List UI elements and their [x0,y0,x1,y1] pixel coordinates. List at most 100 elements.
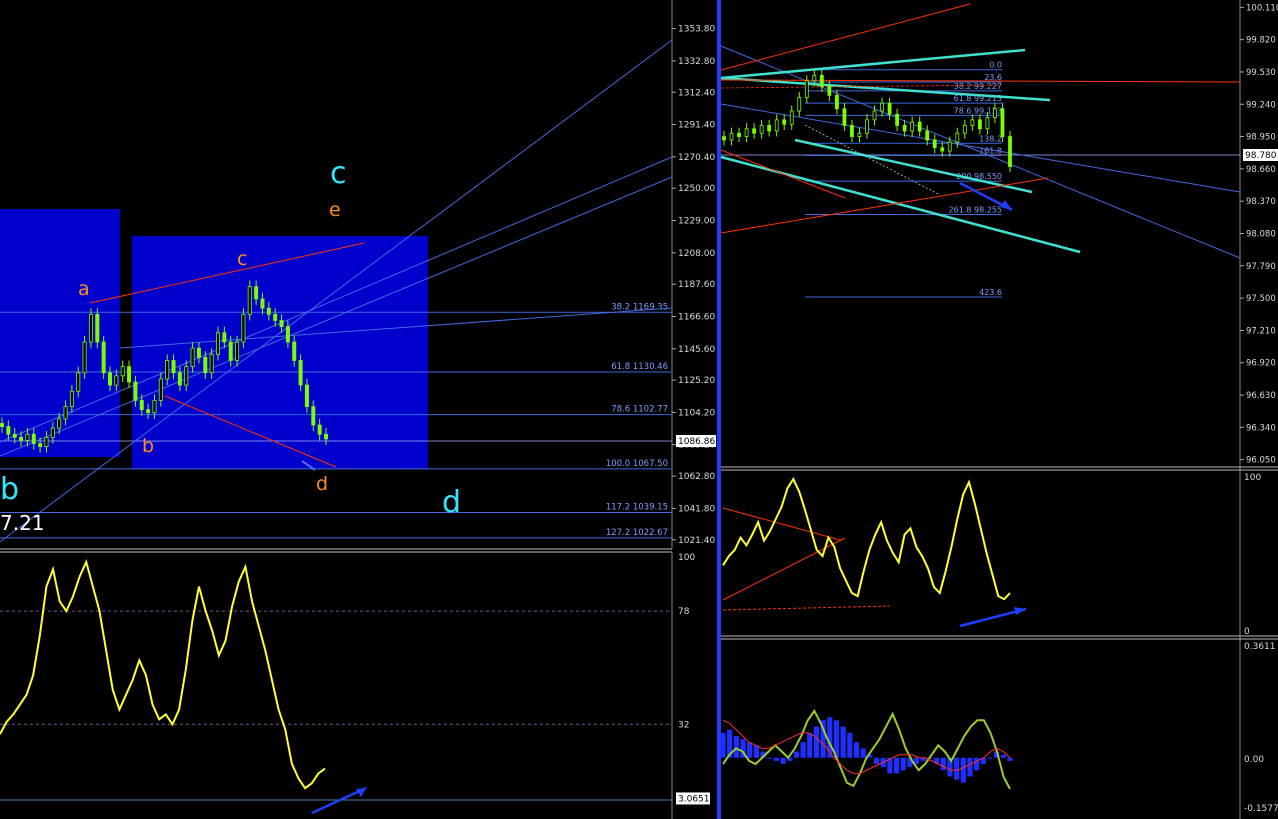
candle-body [273,313,278,321]
candle-body [19,436,24,441]
right-price-tick-label: 100.110 [1246,3,1278,13]
macd-histogram-bar [753,745,759,758]
wave-label-d: d [316,473,328,495]
right-fib-label: 38.2 99.227 [954,82,1002,91]
candle-body [0,423,4,427]
right-fib-label: 261.8 98.255 [949,206,1002,215]
osc-tick-label: 78 [678,607,690,617]
macd-line [722,708,1011,790]
macd-histogram-bar [873,757,880,765]
candle-body [88,313,93,343]
candle-body [165,360,170,380]
osc-value-label: 3.0651 [678,794,710,804]
right-price-tick-label: 99.240 [1246,100,1276,110]
candle-body [209,353,214,374]
right-fib-label: 423.6 [979,288,1002,297]
candle-body [139,400,144,411]
macd-histogram-bar [940,757,946,771]
right-candle-body [812,74,817,82]
candle-body [177,372,182,386]
fib-level-label: 78.6 1102.77 [611,405,668,415]
wave-label-big-b: b [0,472,19,507]
candle-body [171,360,176,374]
chart-workspace: 1353.80 1332.80 1312.40 1291.40 1270.40 1250.… [0,0,1278,819]
macd-histogram-bar [1007,757,1013,761]
right-candle-body [880,102,884,112]
right-candle-body [729,132,734,141]
candle-body [101,341,106,374]
candle-body [57,418,62,429]
macd-histogram-bar [860,748,866,758]
macd-signal-line [722,719,1011,774]
right-osc-tick-label: 0 [1244,627,1250,637]
macd-histogram-bar [793,751,800,758]
candle-body [95,313,100,343]
candle-body [260,298,265,309]
right-candle-body [804,80,809,98]
candle-body [12,433,17,438]
right-price-tick-label: 98.660 [1246,165,1276,175]
macd-tick-label: -0.1577 [1244,804,1278,814]
right-price-tick-label: 97.790 [1246,262,1276,272]
right-candle-body [947,141,952,152]
right-candle-body [774,119,779,132]
candle-body [146,409,151,414]
left-price-tick-label: 1208.00 [678,249,715,259]
candle-body [82,341,87,374]
right-candle-body [955,132,960,143]
partial-value-label: 7.21 [0,511,45,535]
macd-histogram-bar [1000,754,1006,758]
right-osc-red-line-2 [722,537,846,601]
right-osc-tick-label: 100 [1244,473,1261,483]
macd-histogram-bar [893,757,900,774]
candle-body [266,307,271,315]
candle-body [279,320,284,328]
fib-level-label: 127.2 1022.67 [606,528,668,538]
right-candle-body [902,125,907,132]
right-price-tick-label: 96.630 [1246,391,1276,401]
right-candle-body [932,139,937,149]
candle-body [285,326,290,343]
right-osc-red-line-1 [722,507,841,541]
fib-level-label: 117.2 1039.15 [606,502,668,512]
macd-histogram-bar [800,742,806,758]
candle-body [304,384,309,407]
left-price-tick-label: 1353.80 [678,25,715,35]
macd-histogram-bar [773,757,779,761]
right-candle-body [857,132,862,137]
left-price-tick-label: 1062.80 [678,472,715,482]
candle-body [215,332,220,355]
right-price-tick-label: 98.370 [1246,197,1276,207]
left-price-tick-label: 1041.80 [678,504,715,514]
right-fib-label: 0.0 [989,61,1002,70]
candle-body [298,360,303,386]
candle-body [311,406,316,426]
right-candle-body [842,108,847,126]
candle-body [44,436,49,447]
right-candle-body [925,130,930,141]
right-price-tick-label: 96.050 [1246,456,1276,466]
left-price-tick-label: 1332.80 [678,57,715,67]
macd-histogram-bar [967,757,973,777]
candle-body [133,381,138,401]
window-splitter[interactable] [717,0,721,819]
left-price-tick-label: 1187.60 [678,280,715,290]
left-price-tick-label: 1166.60 [678,312,715,322]
wave-label-big-d: d [442,485,461,520]
right-osc-red-dashed [722,605,891,611]
candle-body [127,366,132,383]
fib-level-label: 61.8 1130.46 [611,362,668,372]
right-candle-body [1008,136,1012,168]
candle-body [120,366,125,377]
candle-body [114,375,119,386]
left-oscillator-line [0,558,326,790]
macd-histogram-bar [807,732,813,758]
wave-label-c: c [237,248,247,270]
left-price-tick-label: 1250.00 [678,184,715,194]
right-price-tick-label: 98.080 [1246,230,1276,240]
candle-body [222,332,227,343]
right-price-tick-label: 96.920 [1246,359,1276,369]
wave-label-e: e [329,199,341,221]
right-price-tick-label: 99.530 [1246,68,1276,78]
right-candle-body [970,119,975,126]
